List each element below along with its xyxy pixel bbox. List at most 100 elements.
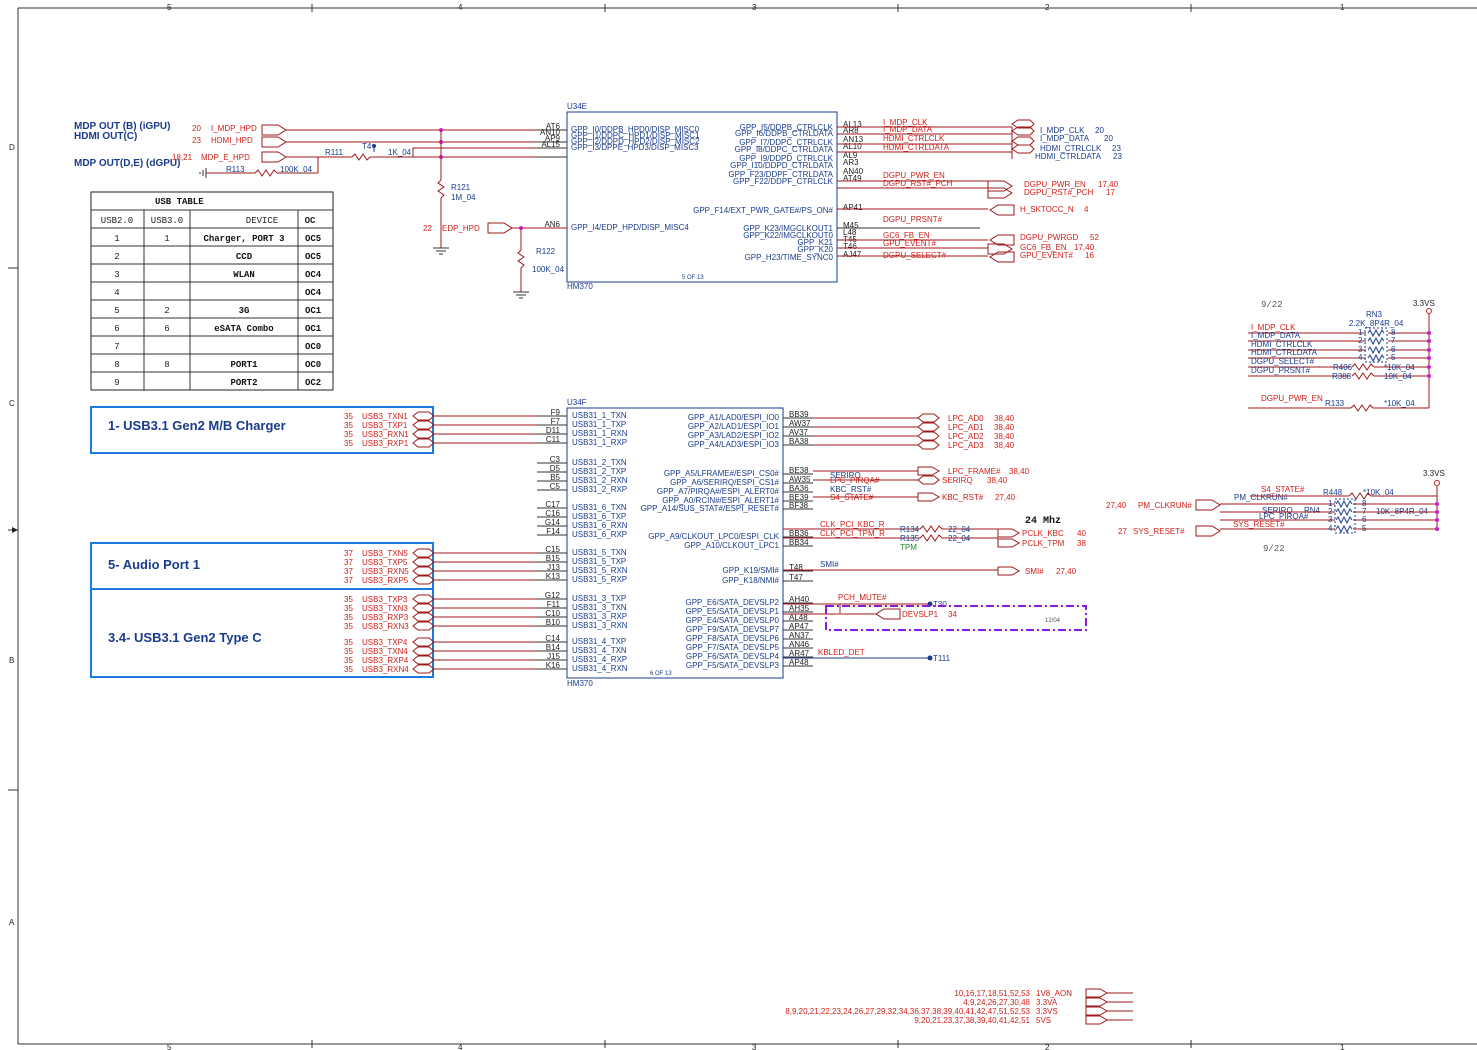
usb-net-page: 37: [344, 576, 353, 585]
rn4-element: [1335, 524, 1353, 534]
rn3-rail: 3.3VS: [1413, 299, 1435, 308]
u34e-pin-num: AP41: [843, 203, 863, 212]
u34e-pin-name: GPP_I6/DDPB_CTRLDATA: [735, 129, 834, 138]
lpc-port-page: 38,40: [994, 414, 1015, 423]
devslp1-page: 34: [948, 610, 957, 619]
u34e-pin-name: GPP_I3/DPPE_HPD3/DISP_MISC3: [571, 143, 699, 152]
i-mdp-hpd-page: 20: [192, 124, 201, 133]
devslp-note-date: 12/04: [1045, 618, 1061, 624]
gpu-net-labels: I_MDP_CLKI_MDP_CLK 20I_MDP_DATAI_MDP_DATA…: [883, 118, 1122, 260]
rn4-pullup-block: 3.3VS S4_STATE# PM_CLKRUN# R448 *10K_04 …: [1106, 469, 1445, 554]
usb-net-name: USB3_RXN1: [362, 430, 409, 439]
u34e-pin-name: GPP_H23/TIME_SYNC0: [745, 253, 834, 262]
lpc-port-shape: [997, 538, 1021, 548]
u34f-part: HM370: [567, 679, 593, 688]
usb-blocks: 1- USB3.1 Gen2 M/B Charger 5- Audio Port…: [90, 406, 537, 678]
lpc-port-page: 27,40: [1056, 567, 1077, 576]
u34f-pin-name: GPP_A9/CLKOUT_LPC0/ESPI_CLK: [648, 532, 779, 541]
r388-ref: R388: [1332, 372, 1352, 381]
u34f-pin-name: USB31_4_TXN: [572, 646, 627, 655]
u34f-pin-name: GPP_A4/LAD3/ESPI_IO3: [688, 440, 780, 449]
rn3-element: [1367, 345, 1385, 355]
usb-table-cell-usb2: 9: [114, 378, 119, 388]
pm-clkrun-port-label: PM_CLKRUN#: [1138, 501, 1192, 510]
lpc-port-shape: [917, 492, 941, 502]
kbled-det-net: KBLED_DET: [818, 648, 865, 657]
usb-net-port: [412, 411, 435, 421]
lpc-port-shape: [917, 422, 940, 432]
u34e-pin-num: AL10: [843, 142, 862, 151]
gpu-net-name: GPU_EVENT#: [883, 239, 936, 248]
usb-net-name: USB3_TXP1: [362, 421, 408, 430]
power-rail-list: 10,16,17,18,51,52,53 1V8_AON 4,9,24,26,27,…: [785, 988, 1133, 1025]
u34f-left-pins: F9 USB31_1_TXNF7 USB31_1_TXPD11 USB31_1_RXN…: [537, 408, 628, 673]
hdmi-out-c-label: HDMI OUT(C): [74, 131, 137, 142]
r121-resistor: [437, 179, 445, 199]
usb-net-page: 35: [344, 613, 353, 622]
rn3-discrete-resistor: [1351, 372, 1375, 380]
usb-table-cell-usb2: 8: [114, 360, 119, 370]
u34f-pin-name: USB31_1_TXP: [572, 420, 626, 429]
rn3-pin-right: 7: [1391, 336, 1396, 345]
usb-table-cell-usb2: 5: [114, 306, 119, 316]
u34f-pin-name: GPP_A2/LAD1/ESPI_IO1: [688, 422, 780, 431]
usb-table-cell-device: 3G: [239, 306, 250, 316]
r113-ref: R113: [226, 165, 245, 174]
rn3-pin-right: 5: [1391, 353, 1396, 362]
r134-ref: R134: [900, 525, 920, 534]
usb-net-page: 35: [344, 656, 353, 665]
u34e-pin-name: GPP_I8/DDPC_CTRLDATA: [735, 145, 834, 154]
r134-r135-resistors: [919, 525, 943, 542]
frame-row-b: B: [9, 656, 14, 665]
gpu-nets-section: I_MDP_CLKI_MDP_CLK 20I_MDP_DATAI_MDP_DATA…: [837, 118, 1122, 263]
usb-net-page: 35: [344, 647, 353, 656]
u34e-symbol: U34E HM370 5 OF 13 AT6 GPP_I0/DDPB_HPD0/D…: [540, 102, 864, 291]
u34f-pin-name: USB31_5_TXN: [572, 548, 627, 557]
usb-table-cell-oc: OC2: [305, 378, 321, 388]
r135-ref: R135: [900, 534, 920, 543]
u34f-pin-name: USB31_4_TXP: [572, 637, 626, 646]
rn3-element: [1367, 353, 1385, 363]
usb-net-name: USB3_RXP5: [362, 576, 409, 585]
rn4-element: [1335, 507, 1353, 517]
usb-table-cell-usb2: 7: [114, 342, 119, 352]
usb-net-port: [412, 612, 435, 622]
pch-mute-net: PCH_MUTE#: [838, 593, 887, 602]
rn4-pin-left: 4: [1328, 524, 1333, 533]
lpc-port-page: 27,40: [995, 493, 1016, 502]
usb-net-page: 35: [344, 439, 353, 448]
usb-net-port: [412, 575, 435, 585]
lpc-port-shape: [917, 440, 940, 450]
usb-table-cell-oc: OC0: [305, 360, 321, 370]
usb-net-page: 37: [344, 567, 353, 576]
gpu-port-label: GPU_EVENT#: [1020, 251, 1073, 260]
usb-net-page: 37: [344, 558, 353, 567]
clk-tpm-net: CLK_PCI_TPM_R: [820, 529, 885, 538]
usb-net-name: USB3_TXN5: [362, 549, 408, 558]
hdmi-hpd-page: 23: [192, 136, 201, 145]
u34f-pin-name: USB31_2_TXN: [572, 458, 627, 467]
gpu-port-label: HDMI_CTRLDATA: [1035, 152, 1102, 161]
u34e-pin-num: AT49: [843, 174, 862, 183]
gpu-net-name: DGPU_RST#_PCH: [883, 179, 953, 188]
u34f-pin-name: GPP_A7/PIRQA#/ESPI_ALERT0#: [657, 487, 780, 496]
u34f-pin-name: USB31_4_RXP: [572, 655, 627, 664]
usb-table-cell-device: WLAN: [233, 270, 255, 280]
power-rail-port: [1085, 997, 1109, 1007]
usb-net-name: USB3_RXP3: [362, 613, 409, 622]
usb-net-page: 35: [344, 595, 353, 604]
lpc-port-label: SMI#: [1025, 567, 1044, 576]
usb-block-typec-title: 3.4- USB3.1 Gen2 Type C: [108, 630, 262, 645]
mdp-e-hpd-page: 18,21: [172, 153, 193, 162]
u34f-pin-name: GPP_F5/SATA_DEVSLP3: [686, 661, 780, 670]
u34f-pin-name: USB31_2_TXP: [572, 467, 626, 476]
frame-col-2-bottom: 2: [1045, 1043, 1050, 1050]
usb-net-port: [412, 603, 435, 613]
usb-table-cell-device: CCD: [236, 252, 253, 262]
rn4-date: 9/22: [1263, 544, 1285, 554]
u34f-pin-name: GPP_A14/SUS_STAT#/ESPI_RESET#: [641, 504, 780, 513]
gpu-port-page: 16: [1085, 251, 1094, 260]
frame-col-5-bottom: 5: [167, 1043, 172, 1050]
gpu-net-name: DGPU_SELECT#: [883, 251, 947, 260]
rn3-pin-left: 2: [1358, 336, 1363, 345]
